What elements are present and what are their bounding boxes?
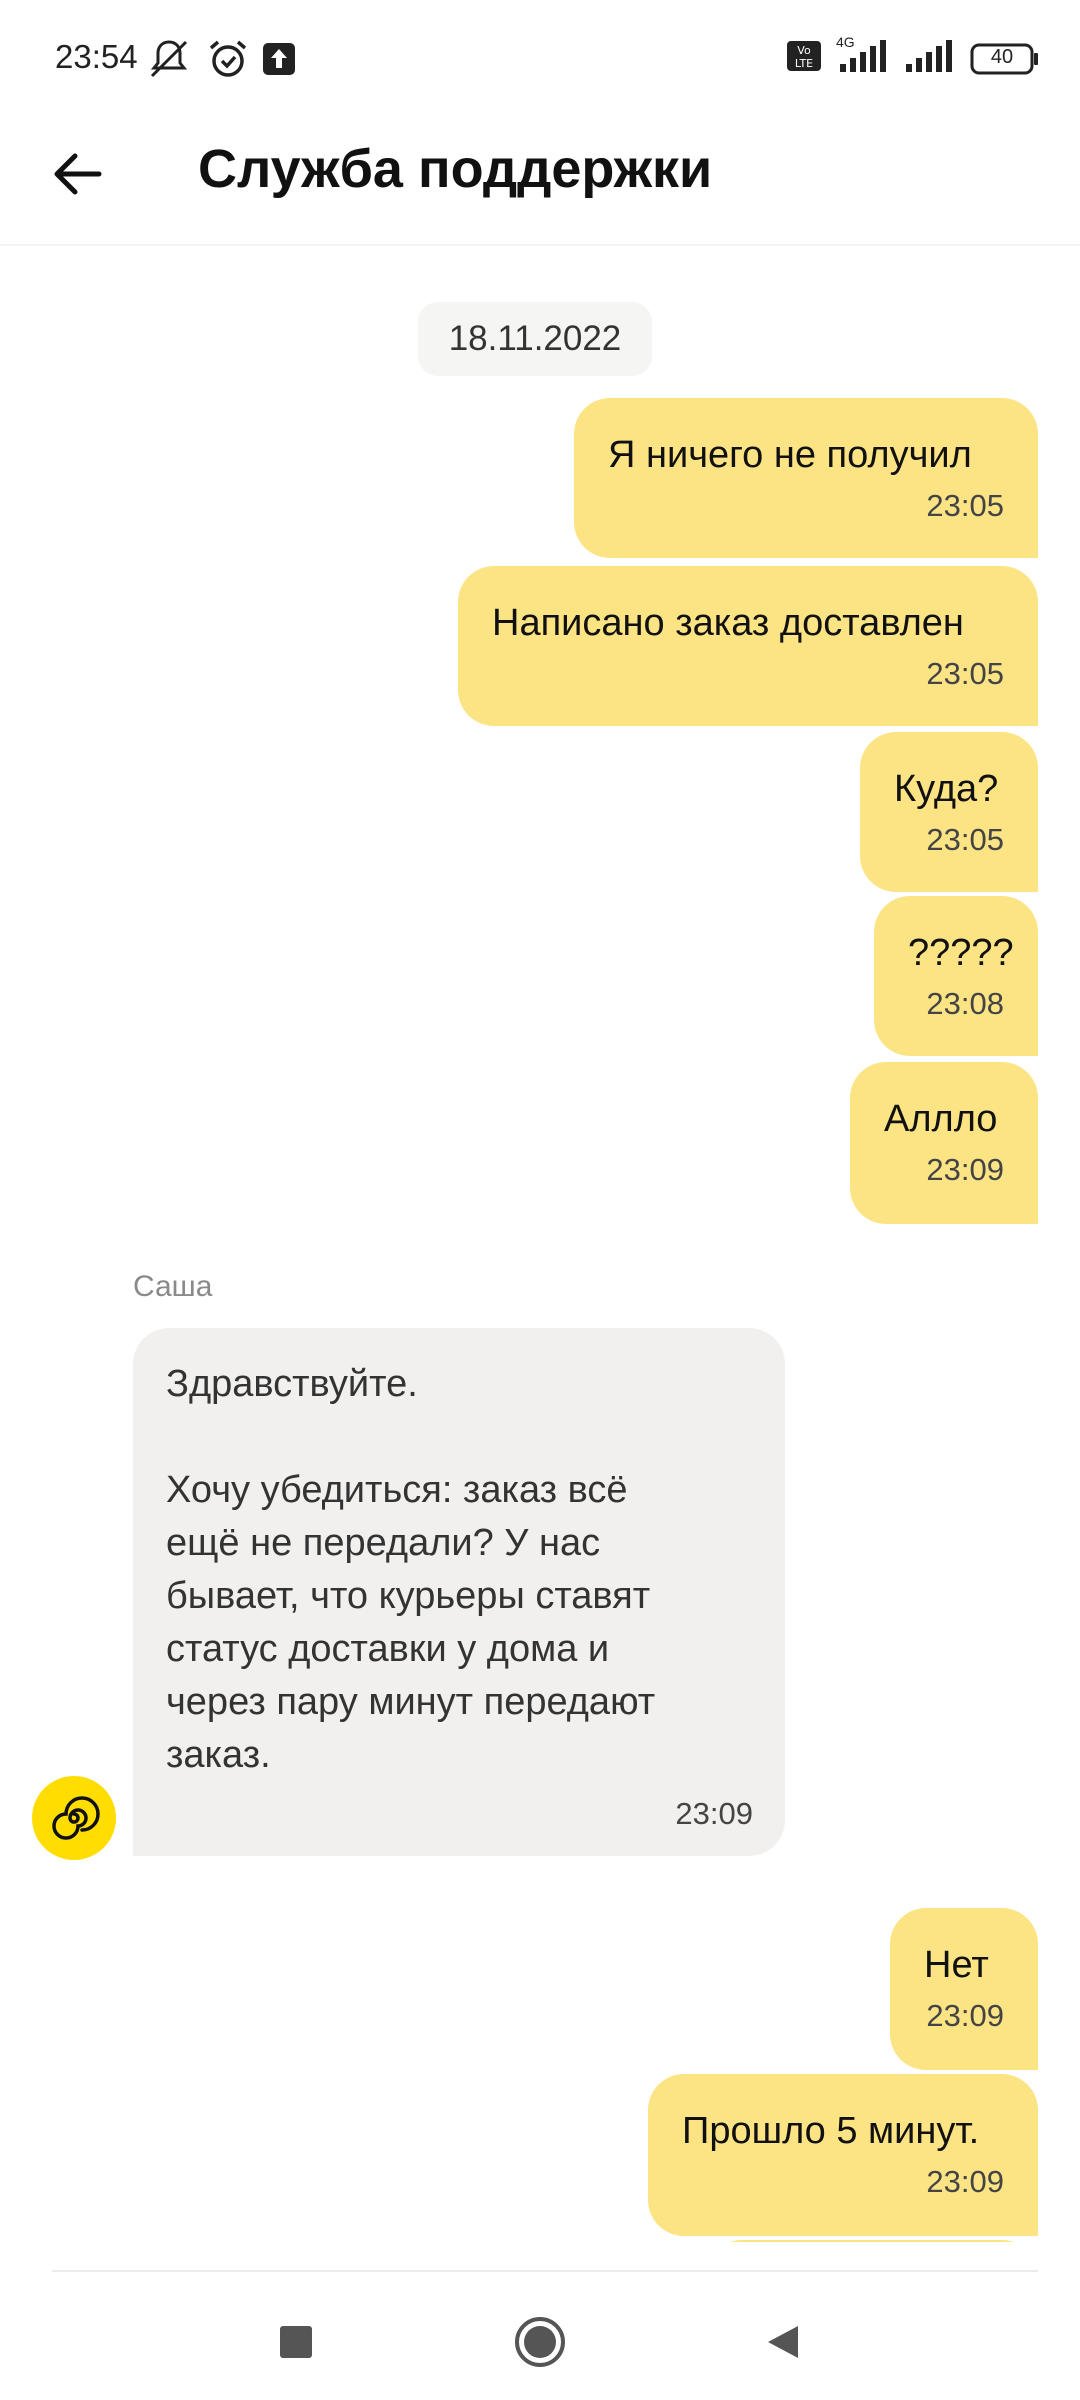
system-nav-bar <box>0 2272 1080 2400</box>
message-text: Прошло 5 минут. <box>682 2110 980 2152</box>
muted-bell-icon <box>146 36 192 87</box>
outgoing-message[interactable]: Я ничего не получил 23:05 <box>574 398 1038 558</box>
signal-icon <box>906 40 956 77</box>
message-time: 23:09 <box>926 1152 1004 1187</box>
volte-icon: Vo LTE <box>786 40 822 77</box>
message-text: Я ничего не получил <box>608 434 972 476</box>
message-time: 23:09 <box>675 1796 753 1831</box>
battery-icon: 40 <box>970 43 1040 75</box>
back-button[interactable] <box>48 144 108 204</box>
svg-text:Vo: Vo <box>797 44 811 57</box>
battery-level: 40 <box>990 45 1014 68</box>
outgoing-message[interactable]: Написано заказ доставлен 23:05 <box>458 566 1038 726</box>
message-text: Аллло <box>884 1098 998 1140</box>
back-triangle-icon[interactable] <box>752 2312 812 2372</box>
message-text: ????? <box>908 932 1014 974</box>
message-time: 23:08 <box>926 986 1004 1021</box>
outgoing-message[interactable]: Нет 23:09 <box>890 1908 1038 2070</box>
page-title: Служба поддержки <box>198 139 713 199</box>
network-type: 4G <box>836 34 855 50</box>
message-text: Нет <box>924 1944 989 1986</box>
message-text: Здравствуйте. Хочу убедиться: заказ всё … <box>166 1363 656 1776</box>
arrow-left-icon <box>54 153 102 195</box>
spiral-logo-icon <box>52 1796 100 1840</box>
message-time: 23:05 <box>926 822 1004 857</box>
date-separator: 18.11.2022 <box>418 302 652 376</box>
message-text: Написано заказ доставлен <box>492 602 964 644</box>
outgoing-message[interactable]: Куда? 23:05 <box>860 732 1038 892</box>
message-time: 23:09 <box>926 1998 1004 2033</box>
home-circle-icon[interactable] <box>510 2312 570 2372</box>
message-text: Куда? <box>894 768 999 810</box>
chat-area[interactable]: 18.11.2022 Я ничего не получил 23:05 Нап… <box>0 246 1080 2242</box>
message-time: 23:05 <box>926 488 1004 523</box>
recents-square-icon[interactable] <box>266 2312 326 2372</box>
status-time: 23:54 <box>55 38 138 75</box>
outgoing-message[interactable]: Аллло 23:09 <box>850 1062 1038 1224</box>
app-header: Служба поддержки <box>0 120 1080 246</box>
upload-icon <box>262 42 296 81</box>
incoming-message[interactable]: Здравствуйте. Хочу убедиться: заказ всё … <box>133 1328 785 1856</box>
outgoing-message[interactable]: ????? 23:08 <box>874 896 1038 1056</box>
svg-text:LTE: LTE <box>795 57 813 70</box>
message-time: 23:09 <box>926 2164 1004 2199</box>
outgoing-message[interactable]: Прошло 5 минут. 23:09 <box>648 2074 1038 2236</box>
sender-name: Саша <box>133 1270 213 1303</box>
outgoing-message-partial[interactable] <box>706 2240 1038 2242</box>
alarm-icon <box>205 36 251 87</box>
status-bar: 23:54 Vo LTE 4G 40 <box>0 0 1080 120</box>
support-avatar[interactable] <box>32 1776 116 1860</box>
message-time: 23:05 <box>926 656 1004 691</box>
signal-icon: 4G <box>836 34 892 77</box>
